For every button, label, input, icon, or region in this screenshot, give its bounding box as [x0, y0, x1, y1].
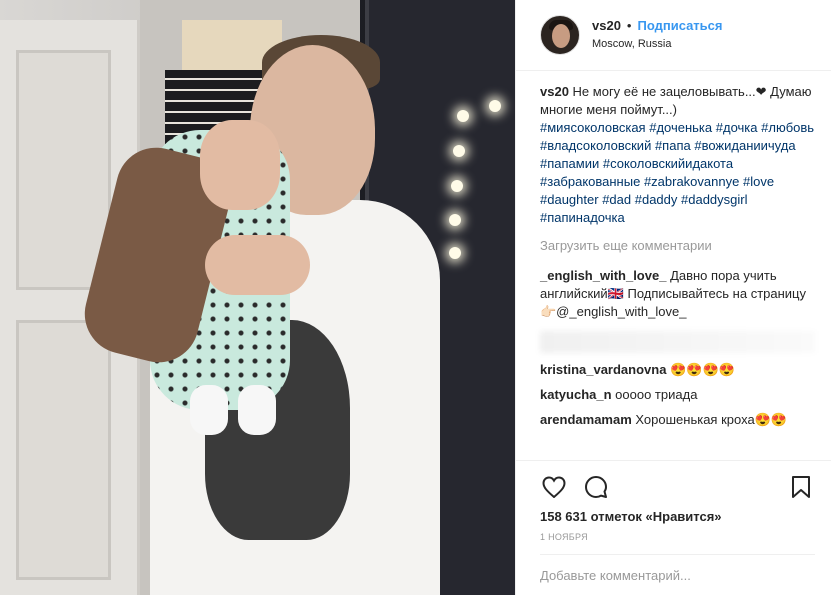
hashtag-link[interactable]: #daddysgirl	[681, 192, 748, 207]
hashtag-link[interactable]: #папамии	[540, 156, 599, 171]
post-actions: 158 631 отметок «Нравится» 1 НОЯБРЯ	[516, 460, 831, 555]
comment-author-link[interactable]: _english_with_love_	[540, 268, 666, 283]
hashtag-link[interactable]: #love	[743, 174, 774, 189]
comment-text: ооооо триада	[615, 387, 698, 402]
action-icons-row	[540, 469, 815, 505]
comment-input[interactable]	[540, 567, 807, 583]
photo-hand	[200, 120, 280, 210]
hashtag-link[interactable]: #любовь	[761, 120, 814, 135]
header-text: vs20 • Подписаться Moscow, Russia	[592, 17, 723, 53]
comment-item: _english_with_love_ Давно пора учить анг…	[540, 267, 815, 321]
hashtag-link[interactable]: #миясоколовская	[540, 120, 646, 135]
hashtag-link[interactable]: #доченька	[649, 120, 712, 135]
door-panel	[16, 320, 111, 580]
caption-author-link[interactable]: vs20	[540, 84, 569, 99]
mirror-bulb	[449, 214, 461, 226]
comment-text: 😍😍😍😍	[670, 362, 735, 377]
header-top-row: vs20 • Подписаться	[592, 17, 723, 35]
blurred-comment	[540, 331, 815, 353]
comment-author-link[interactable]: katyucha_n	[540, 387, 612, 402]
post-header: vs20 • Подписаться Moscow, Russia	[516, 0, 831, 71]
avatar-face	[552, 24, 570, 48]
separator-dot: •	[626, 18, 632, 33]
mirror-bulb	[489, 100, 501, 112]
add-comment-bar	[516, 555, 831, 595]
comment-item: kristina_vardanovna 😍😍😍😍	[540, 361, 815, 379]
likes-count[interactable]: 158 631 отметок «Нравится»	[540, 509, 815, 524]
comment-item: arendamamam Хорошенькая кроха😍😍	[540, 411, 815, 429]
mirror-bulb	[453, 145, 465, 157]
comment-item: katyucha_n ооооо триада	[540, 386, 815, 404]
hashtag-link[interactable]: #папа	[655, 138, 691, 153]
comment-author-link[interactable]: arendamamam	[540, 412, 632, 427]
heart-icon[interactable]	[540, 473, 568, 501]
hashtag-link[interactable]: #дочка	[716, 120, 758, 135]
location-link[interactable]: Moscow, Russia	[592, 35, 723, 53]
caption-text: Не могу её не зацеловывать...❤ Думаю мно…	[540, 84, 812, 117]
door-panel	[16, 50, 111, 290]
post-side-panel: vs20 • Подписаться Moscow, Russia vs20 Н…	[515, 0, 831, 595]
comment-bubble-icon[interactable]	[582, 473, 610, 501]
bookmark-icon[interactable]	[787, 473, 815, 501]
post-date[interactable]: 1 НОЯБРЯ	[540, 532, 815, 555]
hashtag-link[interactable]: #соколовскийидакота	[603, 156, 733, 171]
avatar[interactable]	[540, 15, 580, 55]
hashtag-link[interactable]: #dad	[602, 192, 631, 207]
load-more-comments-button[interactable]: Загрузить еще комментарии	[540, 237, 815, 255]
post-modal: vs20 • Подписаться Moscow, Russia vs20 Н…	[0, 0, 831, 595]
hashtag-link[interactable]: #забракованные	[540, 174, 640, 189]
comment-author-link[interactable]: kristina_vardanovna	[540, 362, 666, 377]
hashtag-link[interactable]: #папинадочка	[540, 210, 625, 225]
mirror-bulb	[451, 180, 463, 192]
follow-button[interactable]: Подписаться	[637, 17, 722, 35]
mirror-bulb	[449, 247, 461, 259]
photo-baby-foot	[190, 385, 228, 435]
hashtag-link[interactable]: #zabrakovannye	[644, 174, 739, 189]
photo-hand	[205, 235, 310, 295]
hashtag-link[interactable]: #владсоколовский	[540, 138, 651, 153]
hashtag-link[interactable]: #daddy	[635, 192, 678, 207]
caption: vs20 Не могу её не зацеловывать...❤ Дума…	[540, 83, 815, 227]
caption-hashtags: #миясоколовская #доченька #дочка #любовь…	[540, 120, 814, 225]
username-link[interactable]: vs20	[592, 17, 621, 35]
photo-baby-foot	[238, 385, 276, 435]
post-photo[interactable]	[0, 0, 515, 595]
hashtag-link[interactable]: #daughter	[540, 192, 599, 207]
comments-list[interactable]: vs20 Не могу её не зацеловывать...❤ Дума…	[516, 71, 831, 460]
mirror-bulb	[457, 110, 469, 122]
hashtag-link[interactable]: #вожиданиичуда	[694, 138, 795, 153]
comment-text: Хорошенькая кроха😍😍	[635, 412, 788, 427]
